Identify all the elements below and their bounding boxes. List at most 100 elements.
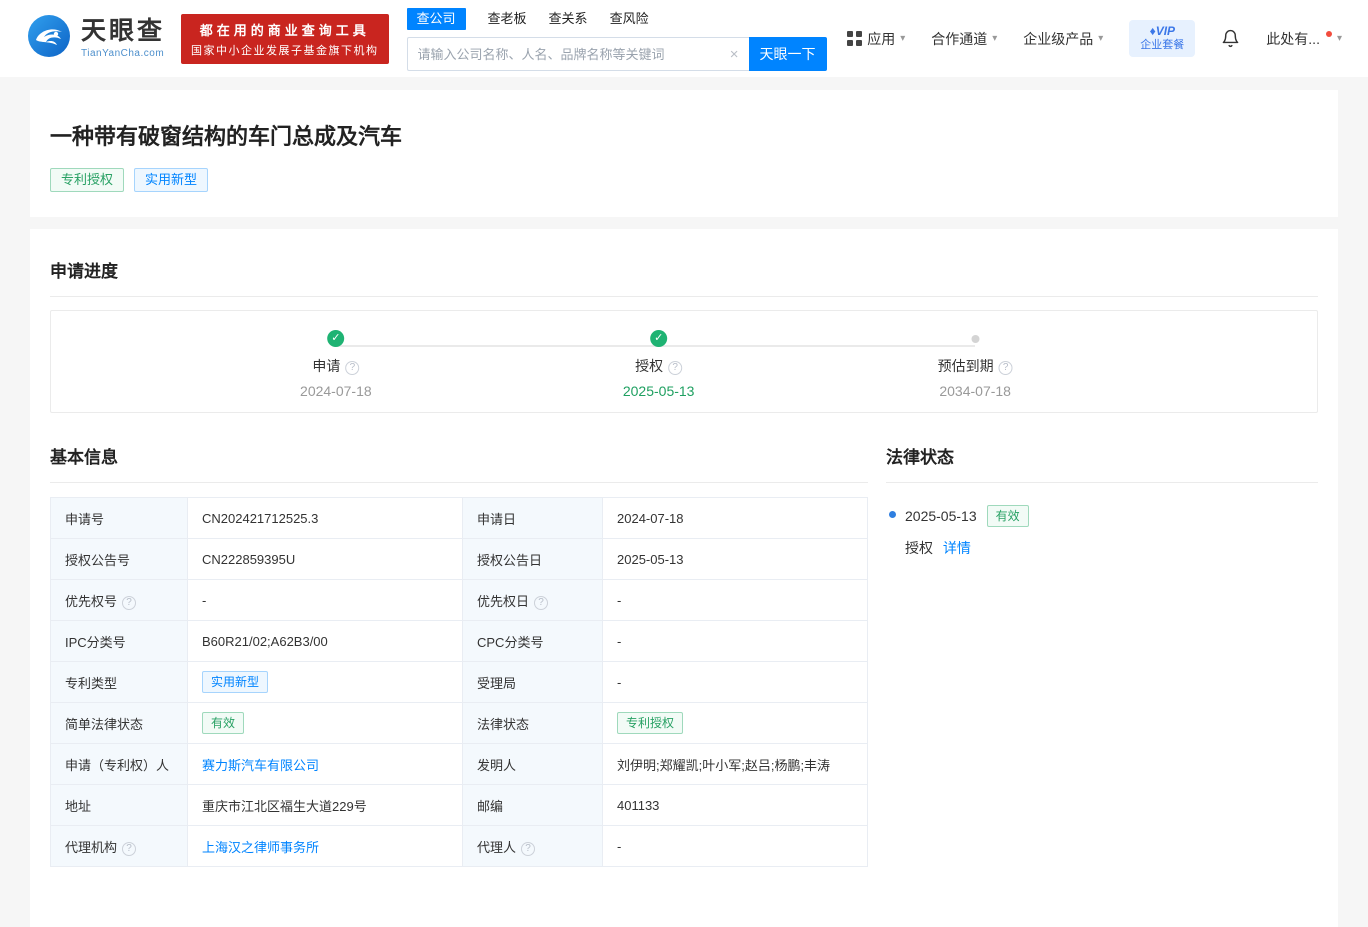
help-icon[interactable]: ? [345,361,360,375]
step-label: 预估到期 [937,358,994,374]
step-label: 申请 [312,358,341,374]
field-value: - [617,633,622,649]
field-label: 授权公告号 [65,552,131,568]
basic-info-table: 申请号 CN202421712525.3 申请日 2024-07-18 授权公告… [50,497,868,867]
search-tabs: 查公司 查老板 查关系 查风险 [406,8,827,30]
nav-apps-label: 应用 [867,30,896,47]
search-area: 查公司 查老板 查关系 查风险 × 天眼一下 [406,8,827,71]
basic-info-section: 基本信息 申请号 CN202421712525.3 申请日 2024-07-18 [50,443,868,867]
notification-red-dot [1325,30,1332,37]
nav-partner-channel[interactable]: 合作通道 ▾ [931,29,997,49]
patent-type-badge: 实用新型 [134,168,209,192]
field-label: 地址 [65,798,92,814]
step-date: 2034-07-18 [939,383,1011,399]
search-tab-boss[interactable]: 查老板 [488,8,527,30]
brand-slogan-badge: 都在用的商业查询工具 国家中小企业发展子基金旗下机构 [181,13,389,64]
agency-link[interactable]: 上海汉之律师事务所 [202,840,319,855]
applicant-company-link[interactable]: 赛力斯汽车有限公司 [202,758,319,773]
search-button[interactable]: 天眼一下 [748,37,827,71]
patent-detail-card: 申请进度 ✓ 申请? 2024-07-18 ✓ 授权 ? 2025-05-13 … [30,229,1338,927]
chevron-down-icon: ▾ [1098,33,1104,44]
vip-package-button[interactable]: ♦VIP 企业套餐 [1129,20,1196,57]
header: 天眼查 TianYanCha.com 都在用的商业查询工具 国家中小企业发展子基… [0,0,1368,77]
main-content: 一种带有破窗结构的车门总成及汽车 专利授权 实用新型 申请进度 ✓ 申请? 20… [0,77,1368,927]
section-title-progress: 申请进度 [50,257,1318,297]
help-icon[interactable]: ? [521,841,536,856]
legal-status-date: 2025-05-13 [905,508,977,524]
check-circle-icon: ✓ [327,330,345,347]
check-circle-icon: ✓ [650,330,668,347]
step-date: 2024-07-18 [300,383,372,399]
field-value: B60R21/02;A62B3/00 [202,633,328,649]
field-value: CN202421712525.3 [202,510,319,526]
patent-grant-badge: 专利授权 [50,168,125,192]
field-label: IPC分类号 [65,634,126,650]
help-icon[interactable]: ? [122,841,137,856]
nav-enterprise-products[interactable]: 企业级产品 ▾ [1023,29,1103,49]
field-value: - [617,838,622,854]
field-value: 重庆市江北区福生大道229号 [202,798,367,814]
notification-bell-icon[interactable] [1221,29,1240,48]
patent-title-card: 一种带有破窗结构的车门总成及汽车 专利授权 实用新型 [30,90,1338,217]
search-input[interactable] [407,46,749,62]
field-label: 授权公告日 [477,552,543,568]
field-value: 2024-07-18 [617,510,684,526]
section-title-basic-info: 基本信息 [50,443,868,483]
table-row: IPC分类号 B60R21/02;A62B3/00 CPC分类号 - [50,620,868,662]
table-row: 申请号 CN202421712525.3 申请日 2024-07-18 [50,497,868,539]
status-badge: 专利授权 [617,712,684,734]
search-tab-company[interactable]: 查公司 [406,8,466,30]
field-label: 申请（专利权）人 [65,757,170,773]
table-row: 专利类型 实用新型 受理局 - [50,661,868,703]
user-name: 此处有... [1266,30,1320,47]
field-label: 发明人 [477,757,517,773]
pending-dot-icon [971,334,980,343]
timeline-step-grant: ✓ 授权? 2025-05-13 [622,330,695,399]
clear-input-icon[interactable]: × [730,47,739,62]
field-label: 法律状态 [477,716,530,732]
help-icon[interactable]: ? [998,361,1013,375]
field-label: 优先权日 [477,593,530,609]
nav-enterprise-label: 企业级产品 [1023,30,1094,47]
table-row: 地址 重庆市江北区福生大道229号 邮编 401133 [50,784,868,826]
timeline-step-estimated-expiry: 预估到期? 2034-07-18 [938,330,1013,399]
field-label: 代理机构 [65,839,118,855]
chevron-down-icon: ▾ [900,33,906,44]
help-icon[interactable]: ? [668,361,683,375]
field-label: 代理人 [477,839,517,855]
tianyancha-logo[interactable]: 天眼查 TianYanCha.com [26,13,165,64]
legal-status-item: 2025-05-13 有效 授权 详情 [886,505,1318,558]
nav-apps[interactable]: 应用 ▾ [847,29,905,49]
logo-icon [26,13,72,64]
field-label: 专利类型 [65,675,118,691]
field-label: 优先权号 [65,593,118,609]
status-badge: 有效 [986,505,1029,527]
user-account-menu[interactable]: 此处有... ▾ [1266,29,1342,49]
vip-label: VIP [1155,24,1176,39]
help-icon[interactable]: ? [534,595,549,610]
bullet-icon [889,511,896,518]
slogan-line1: 都在用的商业查询工具 [199,22,370,38]
field-value: 2025-05-13 [617,551,684,567]
timeline-step-application: ✓ 申请? 2024-07-18 [300,330,372,399]
top-nav: 应用 ▾ 合作通道 ▾ 企业级产品 ▾ ♦VIP 企业套餐 此处有... ▾ [847,20,1342,57]
application-progress-timeline: ✓ 申请? 2024-07-18 ✓ 授权? 2025-05-13 预估到期 ?… [50,310,1318,413]
legal-status-section: 法律状态 2025-05-13 有效 授权 详情 [886,443,1318,558]
vip-sub-label: 企业套餐 [1140,39,1185,52]
help-icon[interactable]: ? [122,595,137,610]
status-badge: 有效 [202,712,245,734]
apps-grid-icon [847,31,863,46]
field-label: CPC分类号 [477,634,544,650]
step-date: 2025-05-13 [622,383,695,399]
search-tab-risk[interactable]: 查风险 [610,8,649,30]
legal-detail-link[interactable]: 详情 [943,540,971,556]
search-tab-relation[interactable]: 查关系 [549,8,588,30]
field-label: 申请号 [65,511,105,527]
field-value: 刘伊明;郑耀凯;叶小军;赵吕;杨鹏;丰涛 [617,757,831,773]
field-value: CN222859395U [202,551,296,567]
field-label: 申请日 [477,511,517,527]
field-value: 401133 [617,797,660,813]
field-value: - [617,592,622,608]
page-title: 一种带有破窗结构的车门总成及汽车 [50,124,403,149]
field-label: 受理局 [477,675,517,691]
